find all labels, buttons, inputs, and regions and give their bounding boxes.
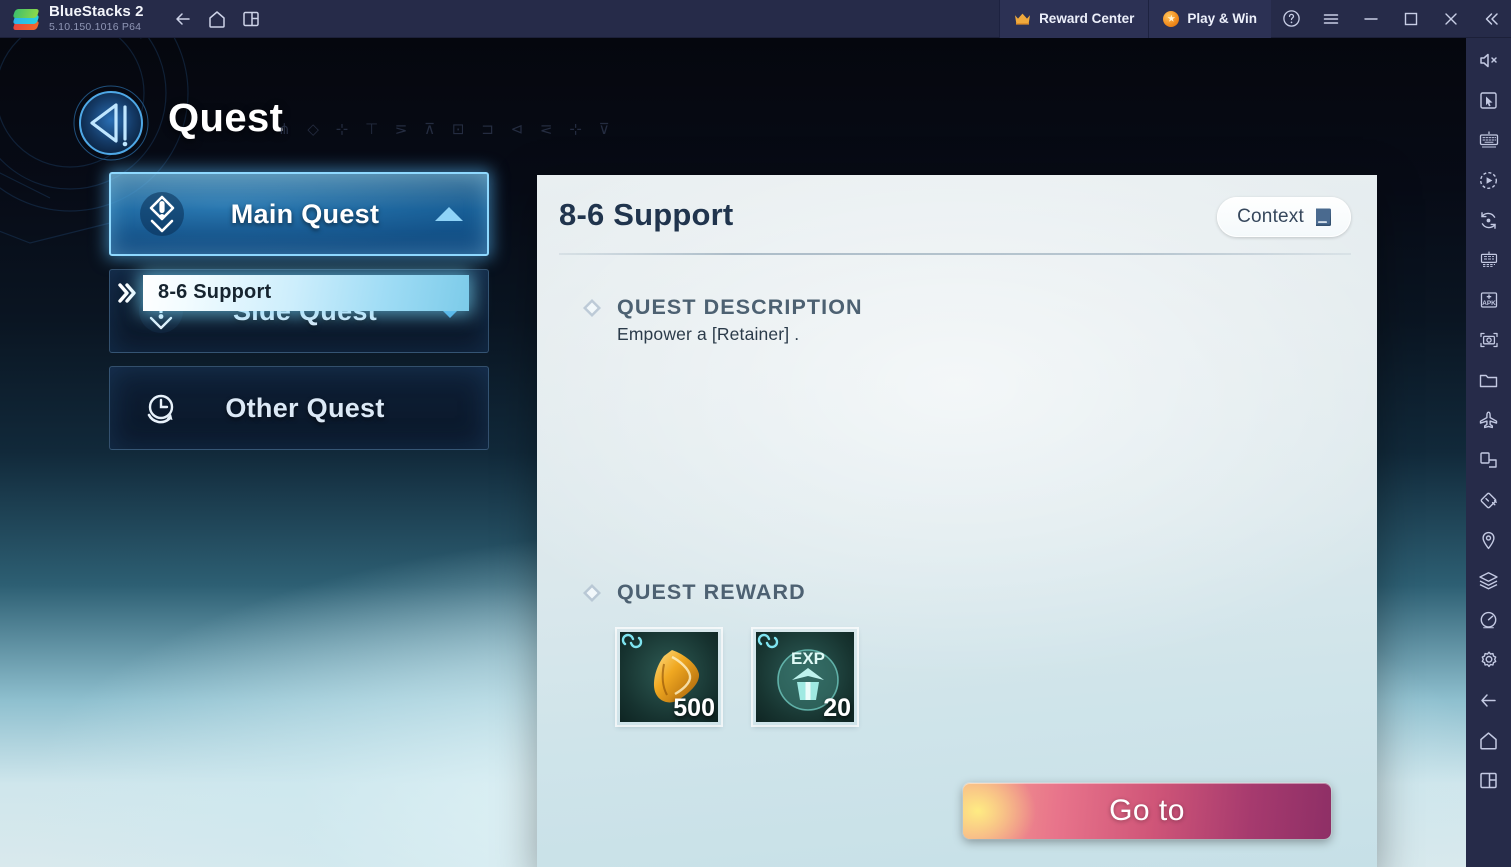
- collapse-sidebar-button[interactable]: [1471, 0, 1511, 38]
- location-icon[interactable]: [1466, 520, 1511, 560]
- play-and-win-label: Play & Win: [1187, 11, 1257, 26]
- quest-description-heading-row: QUEST DESCRIPTION: [581, 295, 1377, 320]
- subquest-label: 8-6 Support: [158, 281, 272, 303]
- back-arrow-icon[interactable]: [1466, 680, 1511, 720]
- page-title-runes: ⋔ ◇ ⊹ ⊤ ⋝ ⊼ ⊡ ⊐ ⊲ ⋜ ⊹ ⊽: [278, 120, 616, 138]
- go-to-button[interactable]: Go to: [963, 783, 1331, 839]
- home-icon[interactable]: [1466, 720, 1511, 760]
- go-to-button-label: Go to: [1109, 794, 1185, 827]
- app-identity: BlueStacks 2 5.10.150.1016 P64: [49, 4, 144, 33]
- coin-icon: [1163, 10, 1180, 27]
- help-icon[interactable]: [1271, 0, 1311, 38]
- item-link-corner-icon: [621, 633, 643, 649]
- reward-item-exp[interactable]: EXP 20: [753, 629, 857, 725]
- chevron-up-icon[interactable]: [429, 204, 469, 224]
- book-icon: [1316, 208, 1331, 226]
- media-folder-icon[interactable]: [1466, 360, 1511, 400]
- cursor-icon[interactable]: [1466, 80, 1511, 120]
- multi-instance-icon[interactable]: [234, 0, 268, 38]
- reward-item-quantity: 500: [673, 694, 715, 722]
- quest-category-main-label: Main Quest: [230, 198, 380, 229]
- sync-icon[interactable]: [1466, 200, 1511, 240]
- maximize-button[interactable]: [1391, 0, 1431, 38]
- sidebar-item-8-6-support[interactable]: 8-6 Support: [109, 270, 469, 315]
- multi-instance-sync-icon[interactable]: [1466, 240, 1511, 280]
- performance-icon[interactable]: [1466, 600, 1511, 640]
- layers-icon[interactable]: [1466, 560, 1511, 600]
- airplane-icon[interactable]: [1466, 400, 1511, 440]
- reward-center-button[interactable]: Reward Center: [999, 0, 1149, 38]
- item-link-corner-icon: [757, 633, 779, 649]
- quest-description-section: QUEST DESCRIPTION Empower a [Retainer] .: [537, 295, 1377, 345]
- recents-icon[interactable]: [1466, 760, 1511, 800]
- gear-icon[interactable]: [1466, 640, 1511, 680]
- titlebar-nav-group: [166, 0, 268, 38]
- subquest-pill[interactable]: 8-6 Support: [143, 274, 469, 311]
- app-version: 5.10.150.1016 P64: [49, 21, 142, 34]
- bluestacks-titlebar: BlueStacks 2 5.10.150.1016 P64 Reward Ce…: [0, 0, 1511, 38]
- app-name: BlueStacks 2: [49, 3, 144, 21]
- quest-detail-panel: 8-6 Support Context QUEST DESCRIPTION Em: [537, 175, 1377, 867]
- shake-icon[interactable]: [1466, 480, 1511, 520]
- macro-record-icon[interactable]: [1466, 160, 1511, 200]
- bluestacks-logo-icon: [12, 6, 40, 32]
- reward-center-label: Reward Center: [1039, 11, 1135, 26]
- quest-detail-title: 8-6 Support: [559, 197, 734, 232]
- context-button[interactable]: Context: [1217, 197, 1351, 237]
- screenshot-icon[interactable]: [1466, 320, 1511, 360]
- panel-divider: [559, 253, 1351, 255]
- quest-detail-header: 8-6 Support Context: [537, 175, 1377, 255]
- play-and-win-button[interactable]: Play & Win: [1148, 0, 1271, 38]
- chevron-right-icon: [109, 280, 143, 306]
- reward-item-gold-tooth[interactable]: 500: [617, 629, 721, 725]
- quest-category-main[interactable]: Main Quest: [109, 172, 489, 256]
- quest-emblem-icon: [73, 85, 149, 161]
- quest-marker-icon: [135, 187, 189, 241]
- keyboard-icon[interactable]: [1466, 120, 1511, 160]
- home-icon[interactable]: [200, 0, 234, 38]
- bluestacks-sidebar: APK: [1466, 0, 1511, 867]
- crown-icon: [1015, 13, 1031, 25]
- diamond-bullet-icon: [583, 583, 601, 602]
- quest-category-other[interactable]: Other Quest: [109, 366, 489, 450]
- clock-refresh-icon: [134, 381, 188, 435]
- reward-item-quantity: 20: [823, 694, 851, 722]
- game-viewport[interactable]: ⋔⊐⋝ Quest ⋔ ◇ ⊹ ⊤ ⋝ ⊼ ⊡ ⊐ ⊲ ⋜ ⊹ ⊽: [0, 38, 1466, 867]
- mute-icon[interactable]: [1466, 40, 1511, 80]
- quest-reward-items: 500 EXP 20: [617, 629, 1377, 725]
- quest-reward-heading: QUEST REWARD: [617, 580, 806, 604]
- quest-description-heading: QUEST DESCRIPTION: [617, 295, 863, 319]
- quest-category-other-label: Other Quest: [225, 392, 385, 423]
- svg-text:EXP: EXP: [791, 649, 825, 668]
- quest-reward-heading-row: QUEST REWARD: [581, 580, 1377, 605]
- quest-description-text: Empower a [Retainer] .: [617, 324, 800, 344]
- minimize-button[interactable]: [1351, 0, 1391, 38]
- back-icon[interactable]: [166, 0, 200, 38]
- titlebar-right-group: Reward Center Play & Win: [999, 0, 1511, 38]
- install-apk-icon[interactable]: APK: [1466, 280, 1511, 320]
- diamond-bullet-icon: [583, 298, 601, 317]
- quest-category-nav: Main Quest Side Quest Other Quest: [109, 172, 489, 463]
- page-title: Quest: [168, 96, 284, 140]
- menu-icon[interactable]: [1311, 0, 1351, 38]
- close-button[interactable]: [1431, 0, 1471, 38]
- context-button-label: Context: [1237, 206, 1304, 227]
- svg-text:APK: APK: [1482, 300, 1496, 307]
- quest-reward-section: QUEST REWARD 500 EXP 20: [537, 580, 1377, 725]
- rotate-screen-icon[interactable]: [1466, 440, 1511, 480]
